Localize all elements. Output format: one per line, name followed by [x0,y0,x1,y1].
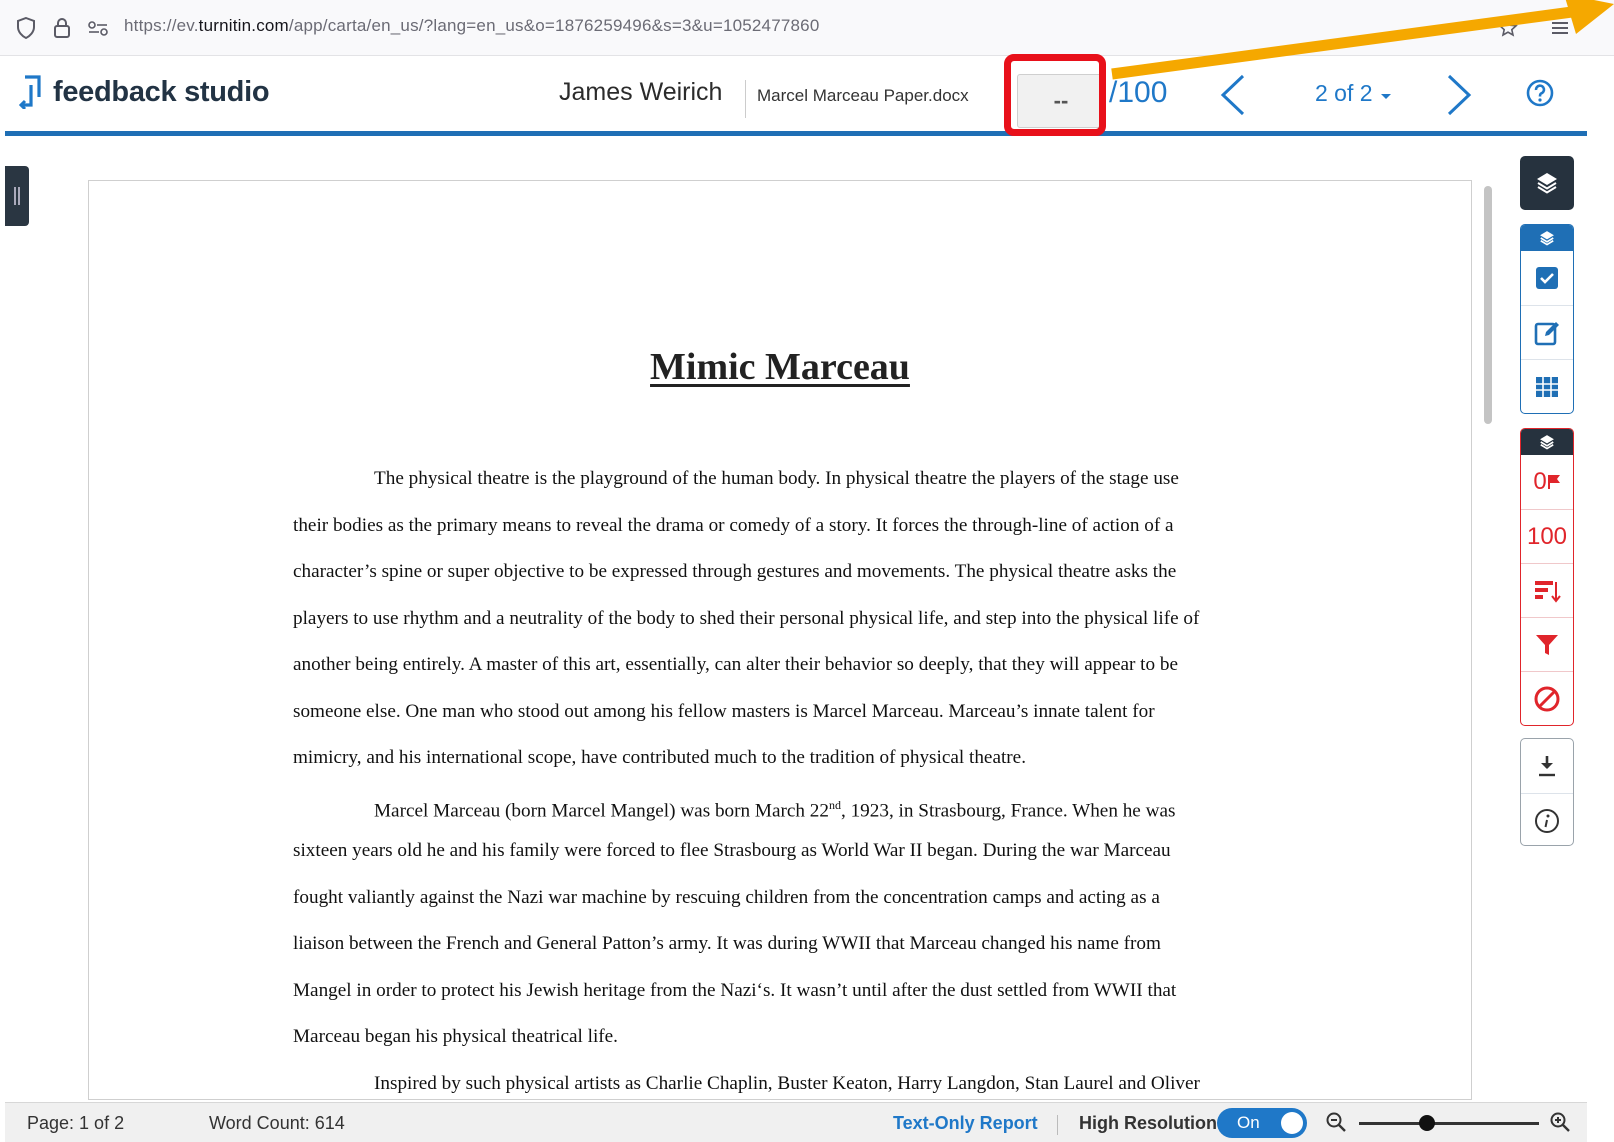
header-divider [745,80,746,118]
feedback-summary-button[interactable] [1521,305,1573,359]
download-icon [1539,756,1555,777]
turnitin-logo-icon [19,75,41,109]
block-icon [1534,686,1560,711]
grading-layer-toggle[interactable] [1521,225,1573,251]
lock-icon[interactable] [50,14,74,42]
app-header: feedback studio James Weirich Marcel Mar… [5,56,1587,136]
document-line: Mangel in order to protect his Jewish he… [293,979,1177,1001]
word-count: Word Count: 614 [209,1113,345,1133]
similarity-score: 100 [1526,522,1568,550]
similarity-layer-toggle[interactable] [1521,429,1573,455]
filter-icon [1536,634,1558,655]
flags-count: 0 [1533,468,1547,495]
document-line: Inspired by such physical artists as Cha… [374,1072,1200,1094]
status-bar: Page: 1 of 2 Word Count: 614 Text-Only R… [5,1102,1587,1142]
similarity-tools-group: 0 100 [1520,428,1574,726]
submission-info-button[interactable] [1521,793,1573,845]
next-paper-button[interactable] [1439,70,1479,120]
document-line: fought valiantly against the Nazi war ma… [293,886,1160,908]
logo-text: feedback studio [53,75,270,108]
question-circle-icon [1526,79,1554,107]
document-body: The physical theatre is the playground o… [293,467,1253,1099]
shield-icon[interactable] [14,14,38,42]
document-line: Marceau began his physical theatrical li… [293,1026,618,1047]
caret-down-icon [1380,94,1391,99]
match-overview-button[interactable] [1521,563,1573,617]
document-line: liaison between the French and General P… [293,933,1161,954]
zoom-in-button[interactable] [1549,1111,1573,1135]
document-viewer[interactable]: Mimic Marceau The physical theatre is th… [88,180,1472,1100]
similarity-score-button[interactable]: 100 [1521,509,1573,563]
download-button[interactable] [1521,739,1573,793]
zoom-out-icon [1326,1112,1346,1132]
document-line: another being entirely. A master of this… [293,654,1178,675]
feedback-studio-logo[interactable]: feedback studio [19,70,270,114]
document-line: their bodies as the primary means to rev… [293,514,1174,536]
paper-selector[interactable]: 2 of 2 [1315,80,1393,107]
permissions-icon[interactable] [86,14,110,42]
info-icon [1535,808,1559,833]
zoom-in-icon [1550,1112,1570,1132]
flag-icon [1547,475,1560,489]
grade-total: /100 [1109,76,1168,109]
high-resolution-label: High Resolution [1079,1113,1217,1133]
bookmark-star-icon[interactable] [1496,14,1520,42]
url-prefix: https://ev. [124,16,199,35]
document-line: players to use rhythm and a neutrality o… [293,607,1200,629]
edit-icon [1534,321,1559,345]
chevron-right-icon [1447,74,1472,116]
flags-button[interactable]: 0 [1521,455,1573,509]
layers-icon [1537,173,1557,194]
toggle-knob [1281,1112,1303,1134]
document-line: mimicry, and his international scope, ha… [293,747,1026,768]
zoom-slider-track[interactable] [1359,1122,1539,1125]
utility-tools-group [1520,738,1574,846]
exclude-sources-button[interactable] [1521,671,1573,725]
previous-paper-button[interactable] [1213,70,1253,120]
help-button[interactable] [1525,78,1555,108]
chevron-left-icon [1220,74,1245,116]
student-name: James Weirich [559,78,723,106]
high-resolution-toggle[interactable]: On [1217,1108,1307,1138]
document-line: sixteen years old he and his family were… [293,840,1171,861]
document-line: The physical theatre is the playground o… [374,468,1179,489]
document-title: Mimic Marceau [650,346,910,388]
document-scrollbar[interactable] [1484,186,1492,424]
document-line: someone else. One man who stood out amon… [293,700,1155,722]
status-divider [1057,1115,1058,1135]
grade-input[interactable]: -- [1017,74,1105,128]
drawer-grip-icon [14,187,20,205]
menu-icon[interactable] [1548,14,1572,42]
grid-icon [1536,376,1558,397]
layers-icon [1540,231,1554,246]
layers-button[interactable] [1520,156,1574,210]
filter-button[interactable] [1521,617,1573,671]
toggle-state-label: On [1237,1113,1260,1132]
paper-selector-label: 2 of 2 [1315,80,1373,106]
url-path: /app/carta/en_us/?lang=en_us&o=187625949… [288,16,820,35]
rubric-button[interactable] [1521,359,1573,413]
browser-url-bar: https://ev.turnitin.com/app/carta/en_us/… [0,0,1614,56]
side-drawer-handle[interactable] [5,166,29,226]
page-indicator: Page: 1 of 2 [27,1113,125,1133]
url-text[interactable]: https://ev.turnitin.com/app/carta/en_us/… [124,16,820,36]
zoom-slider-thumb[interactable] [1419,1115,1435,1131]
paper-title: Marcel Marceau Paper.docx [757,86,969,105]
checkbox-icon [1536,267,1558,289]
grading-checkbox-button[interactable] [1521,251,1573,305]
text-only-report-link[interactable]: Text-Only Report [893,1113,1038,1134]
layers-icon [1540,435,1554,450]
grading-tools-group [1520,224,1574,414]
document-line: Marcel Marceau (born Marcel Mangel) was … [374,797,1176,821]
sort-list-icon [1535,580,1561,603]
zoom-out-button[interactable] [1325,1111,1349,1135]
url-host: turnitin.com [198,16,289,35]
document-line: character’s spine or super objective to … [293,561,1177,582]
